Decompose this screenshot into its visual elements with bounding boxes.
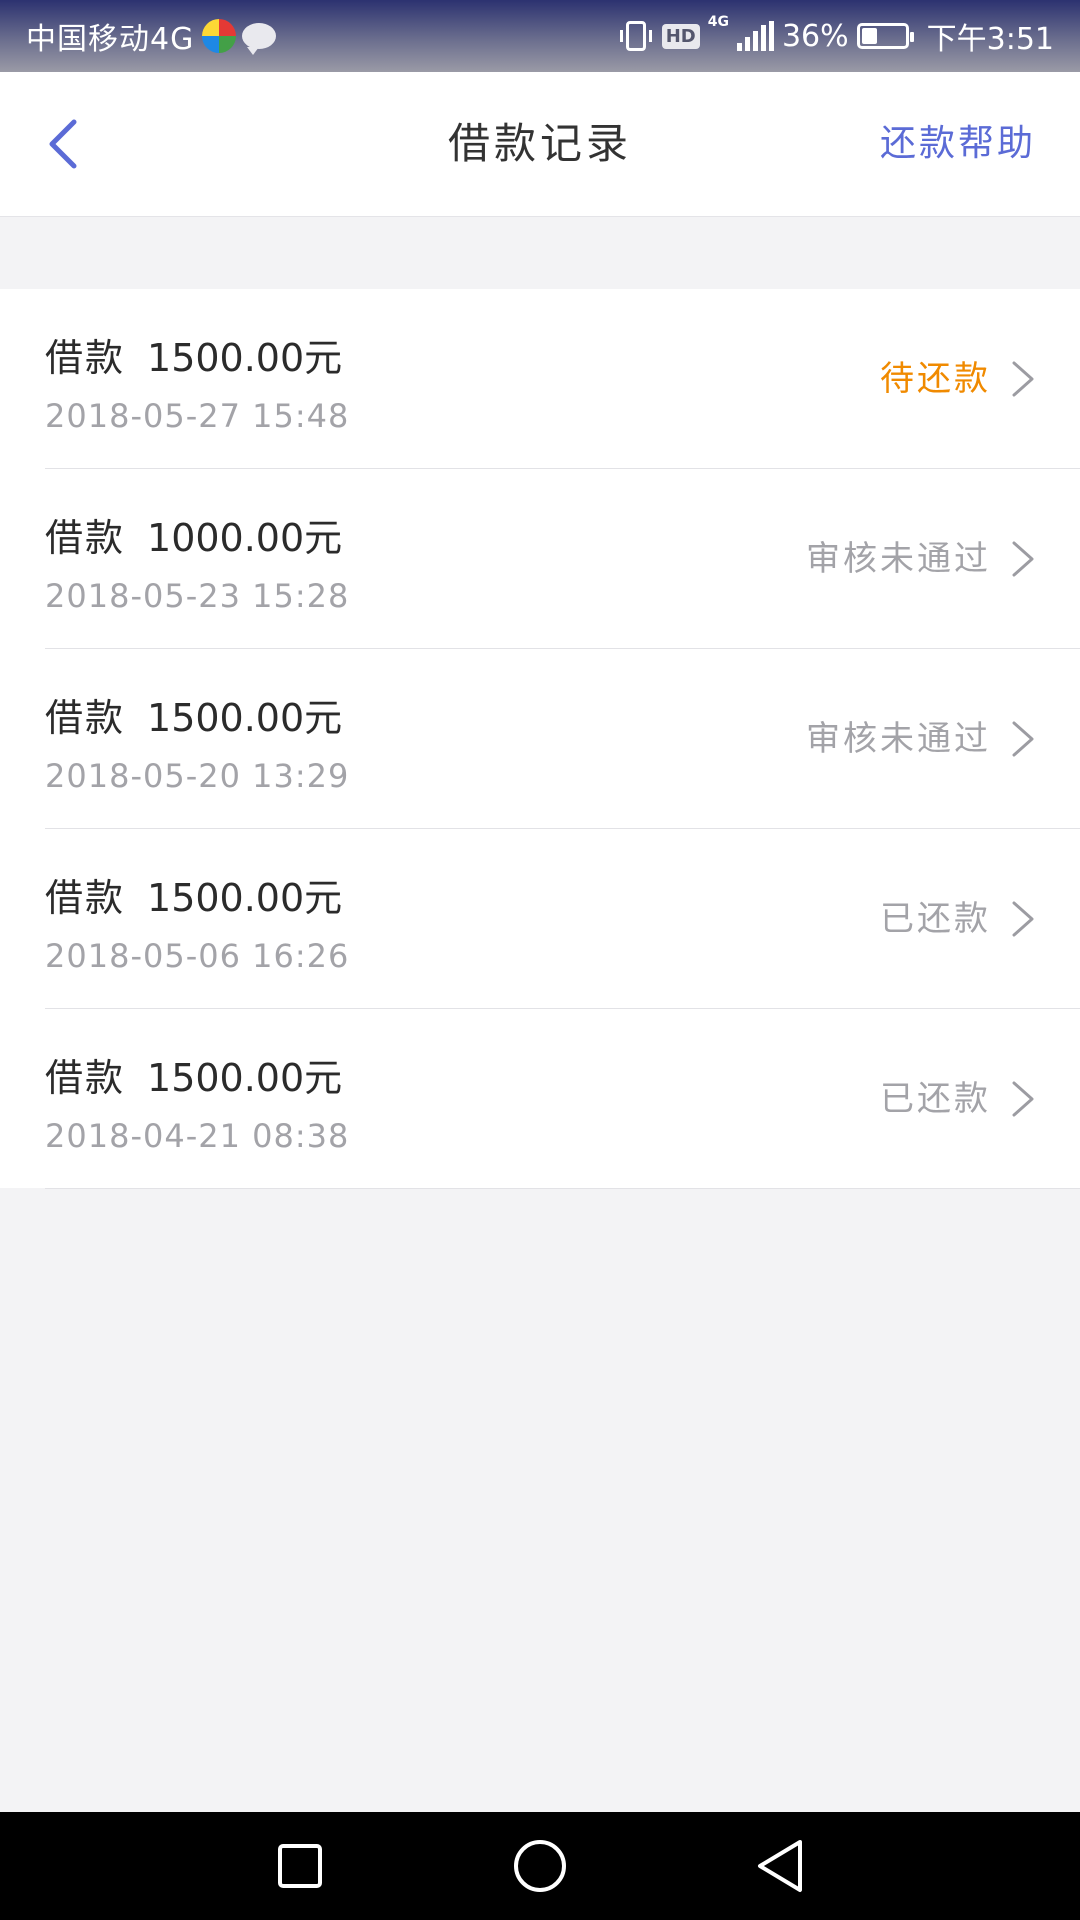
record-amount: 1500.00元 (147, 876, 343, 920)
back-button[interactable] (28, 108, 100, 180)
record-row[interactable]: 借款 1500.00元 2018-05-06 16:26 已还款 (45, 829, 1080, 1009)
status-right: HD 4G 36% 下午3:51 (618, 0, 1054, 72)
network-type-label: 4G (707, 14, 729, 30)
clock: 下午3:51 (926, 22, 1054, 57)
record-status: 待还款 (880, 359, 991, 399)
record-date: 2018-05-27 15:48 (45, 397, 350, 435)
repayment-help-link[interactable]: 还款帮助 (880, 72, 1036, 216)
chat-icon (242, 23, 277, 55)
chevron-left-icon (49, 119, 77, 169)
battery-percent: 36% (781, 18, 849, 54)
record-label: 借款 (45, 336, 126, 380)
carrier-label: 中国移动4G (26, 22, 195, 57)
record-date: 2018-05-23 15:28 (45, 577, 350, 615)
record-status: 已还款 (880, 1079, 991, 1119)
record-label: 借款 (45, 696, 126, 740)
record-label: 借款 (45, 1056, 126, 1100)
record-amount: 1500.00元 (147, 1056, 343, 1100)
record-label: 借款 (45, 516, 126, 560)
app-badge-icon (202, 19, 237, 53)
recent-apps-button[interactable] (270, 1836, 330, 1896)
record-title: 借款 1000.00元 (45, 507, 342, 562)
record-row[interactable]: 借款 1500.00元 2018-04-21 08:38 已还款 (45, 1009, 1080, 1189)
hd-badge: HD (661, 23, 700, 49)
home-icon (514, 1840, 566, 1892)
vibrate-icon (619, 21, 652, 51)
status-bar: 中国移动4G HD 4G 36% 下午3:51 (0, 0, 1080, 72)
record-date: 2018-05-20 13:29 (45, 757, 350, 795)
record-date: 2018-04-21 08:38 (45, 1117, 350, 1155)
record-amount: 1500.00元 (147, 336, 343, 380)
record-status: 审核未通过 (806, 539, 991, 579)
record-title: 借款 1500.00元 (45, 327, 342, 382)
record-label: 借款 (45, 876, 126, 920)
record-row[interactable]: 借款 1500.00元 2018-05-27 15:48 待还款 (45, 289, 1080, 469)
loan-record-list: 借款 1500.00元 2018-05-27 15:48 待还款 借款 1000.00元 2… (0, 289, 1080, 1189)
chevron-right-icon (1012, 541, 1034, 577)
record-date: 2018-05-06 16:26 (45, 937, 350, 975)
battery-icon (856, 23, 914, 49)
record-status: 已还款 (880, 899, 991, 939)
recent-apps-icon (278, 1844, 322, 1888)
record-amount: 1500.00元 (147, 696, 343, 740)
record-row[interactable]: 借款 1000.00元 2018-05-23 15:28 审核未通过 (45, 469, 1080, 649)
chevron-right-icon (1012, 721, 1034, 757)
record-amount: 1000.00元 (147, 516, 343, 560)
chevron-right-icon (1012, 361, 1034, 397)
back-triangle-icon (758, 1840, 802, 1892)
chevron-right-icon (1012, 901, 1034, 937)
battery-fill (861, 28, 877, 44)
status-left: 中国移动4G (26, 0, 277, 72)
record-title: 借款 1500.00元 (45, 687, 342, 742)
chevron-right-icon (1012, 1081, 1034, 1117)
record-status: 审核未通过 (806, 719, 991, 759)
record-title: 借款 1500.00元 (45, 1047, 342, 1102)
home-button[interactable] (510, 1836, 570, 1896)
header-bar: 借款记录 还款帮助 (0, 72, 1080, 217)
back-nav-button[interactable] (750, 1836, 810, 1896)
record-title: 借款 1500.00元 (45, 867, 342, 922)
signal-icon (736, 21, 774, 51)
record-row[interactable]: 借款 1500.00元 2018-05-20 13:29 审核未通过 (45, 649, 1080, 829)
system-nav-bar (0, 1812, 1080, 1920)
